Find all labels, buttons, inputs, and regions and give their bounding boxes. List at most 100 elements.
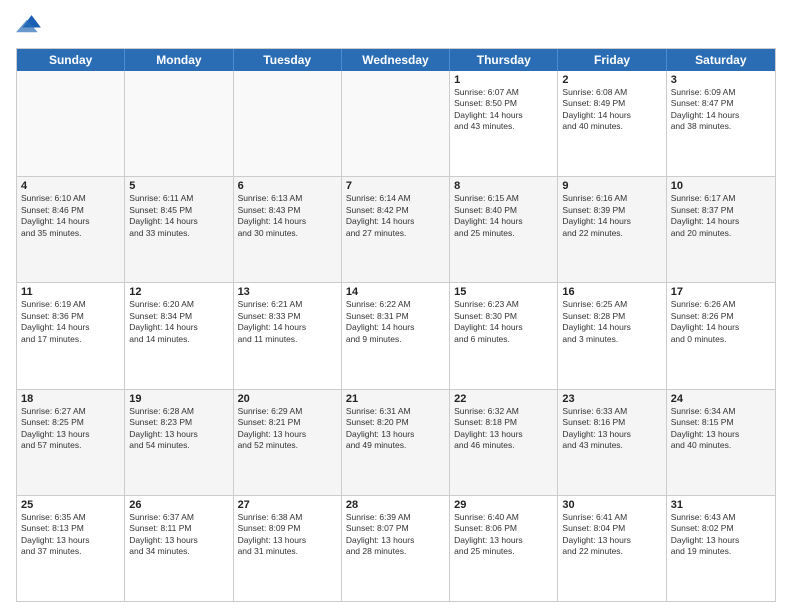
header-cell-friday: Friday (558, 49, 666, 71)
cal-cell-18: 18Sunrise: 6:27 AM Sunset: 8:25 PM Dayli… (17, 390, 125, 495)
calendar: SundayMondayTuesdayWednesdayThursdayFrid… (16, 48, 776, 602)
cal-cell-7: 7Sunrise: 6:14 AM Sunset: 8:42 PM Daylig… (342, 177, 450, 282)
cell-info: Sunrise: 6:26 AM Sunset: 8:26 PM Dayligh… (671, 299, 771, 345)
cell-info: Sunrise: 6:38 AM Sunset: 8:09 PM Dayligh… (238, 512, 337, 558)
cal-cell-10: 10Sunrise: 6:17 AM Sunset: 8:37 PM Dayli… (667, 177, 775, 282)
week-row-2: 11Sunrise: 6:19 AM Sunset: 8:36 PM Dayli… (17, 283, 775, 389)
cal-cell-21: 21Sunrise: 6:31 AM Sunset: 8:20 PM Dayli… (342, 390, 450, 495)
day-number: 14 (346, 286, 445, 298)
cal-cell-20: 20Sunrise: 6:29 AM Sunset: 8:21 PM Dayli… (234, 390, 342, 495)
cal-cell-9: 9Sunrise: 6:16 AM Sunset: 8:39 PM Daylig… (558, 177, 666, 282)
day-number: 30 (562, 499, 661, 511)
cal-cell-13: 13Sunrise: 6:21 AM Sunset: 8:33 PM Dayli… (234, 283, 342, 388)
cal-cell-31: 31Sunrise: 6:43 AM Sunset: 8:02 PM Dayli… (667, 496, 775, 601)
cal-cell-28: 28Sunrise: 6:39 AM Sunset: 8:07 PM Dayli… (342, 496, 450, 601)
day-number: 20 (238, 393, 337, 405)
cal-cell-empty-1 (125, 71, 233, 176)
cell-info: Sunrise: 6:25 AM Sunset: 8:28 PM Dayligh… (562, 299, 661, 345)
cal-cell-empty-0 (17, 71, 125, 176)
header-cell-monday: Monday (125, 49, 233, 71)
logo (16, 12, 46, 40)
day-number: 11 (21, 286, 120, 298)
header (16, 12, 776, 40)
calendar-body: 1Sunrise: 6:07 AM Sunset: 8:50 PM Daylig… (17, 71, 775, 601)
day-number: 12 (129, 286, 228, 298)
cal-cell-5: 5Sunrise: 6:11 AM Sunset: 8:45 PM Daylig… (125, 177, 233, 282)
header-cell-thursday: Thursday (450, 49, 558, 71)
cell-info: Sunrise: 6:17 AM Sunset: 8:37 PM Dayligh… (671, 193, 771, 239)
cell-info: Sunrise: 6:08 AM Sunset: 8:49 PM Dayligh… (562, 87, 661, 133)
cell-info: Sunrise: 6:10 AM Sunset: 8:46 PM Dayligh… (21, 193, 120, 239)
calendar-header-row: SundayMondayTuesdayWednesdayThursdayFrid… (17, 49, 775, 71)
cell-info: Sunrise: 6:41 AM Sunset: 8:04 PM Dayligh… (562, 512, 661, 558)
cell-info: Sunrise: 6:37 AM Sunset: 8:11 PM Dayligh… (129, 512, 228, 558)
day-number: 16 (562, 286, 661, 298)
week-row-3: 18Sunrise: 6:27 AM Sunset: 8:25 PM Dayli… (17, 390, 775, 496)
day-number: 7 (346, 180, 445, 192)
cal-cell-26: 26Sunrise: 6:37 AM Sunset: 8:11 PM Dayli… (125, 496, 233, 601)
day-number: 26 (129, 499, 228, 511)
day-number: 6 (238, 180, 337, 192)
cell-info: Sunrise: 6:28 AM Sunset: 8:23 PM Dayligh… (129, 406, 228, 452)
day-number: 4 (21, 180, 120, 192)
cal-cell-27: 27Sunrise: 6:38 AM Sunset: 8:09 PM Dayli… (234, 496, 342, 601)
logo-icon (16, 12, 44, 40)
cal-cell-8: 8Sunrise: 6:15 AM Sunset: 8:40 PM Daylig… (450, 177, 558, 282)
day-number: 1 (454, 74, 553, 86)
day-number: 15 (454, 286, 553, 298)
cal-cell-19: 19Sunrise: 6:28 AM Sunset: 8:23 PM Dayli… (125, 390, 233, 495)
cell-info: Sunrise: 6:20 AM Sunset: 8:34 PM Dayligh… (129, 299, 228, 345)
cell-info: Sunrise: 6:13 AM Sunset: 8:43 PM Dayligh… (238, 193, 337, 239)
day-number: 2 (562, 74, 661, 86)
day-number: 23 (562, 393, 661, 405)
cal-cell-29: 29Sunrise: 6:40 AM Sunset: 8:06 PM Dayli… (450, 496, 558, 601)
cell-info: Sunrise: 6:33 AM Sunset: 8:16 PM Dayligh… (562, 406, 661, 452)
day-number: 25 (21, 499, 120, 511)
header-cell-tuesday: Tuesday (234, 49, 342, 71)
page: SundayMondayTuesdayWednesdayThursdayFrid… (0, 0, 792, 612)
cal-cell-16: 16Sunrise: 6:25 AM Sunset: 8:28 PM Dayli… (558, 283, 666, 388)
cal-cell-24: 24Sunrise: 6:34 AM Sunset: 8:15 PM Dayli… (667, 390, 775, 495)
cell-info: Sunrise: 6:19 AM Sunset: 8:36 PM Dayligh… (21, 299, 120, 345)
cell-info: Sunrise: 6:15 AM Sunset: 8:40 PM Dayligh… (454, 193, 553, 239)
cal-cell-3: 3Sunrise: 6:09 AM Sunset: 8:47 PM Daylig… (667, 71, 775, 176)
day-number: 31 (671, 499, 771, 511)
day-number: 27 (238, 499, 337, 511)
cell-info: Sunrise: 6:40 AM Sunset: 8:06 PM Dayligh… (454, 512, 553, 558)
header-cell-wednesday: Wednesday (342, 49, 450, 71)
cell-info: Sunrise: 6:32 AM Sunset: 8:18 PM Dayligh… (454, 406, 553, 452)
cal-cell-11: 11Sunrise: 6:19 AM Sunset: 8:36 PM Dayli… (17, 283, 125, 388)
day-number: 5 (129, 180, 228, 192)
cal-cell-6: 6Sunrise: 6:13 AM Sunset: 8:43 PM Daylig… (234, 177, 342, 282)
day-number: 21 (346, 393, 445, 405)
day-number: 24 (671, 393, 771, 405)
cal-cell-23: 23Sunrise: 6:33 AM Sunset: 8:16 PM Dayli… (558, 390, 666, 495)
cell-info: Sunrise: 6:22 AM Sunset: 8:31 PM Dayligh… (346, 299, 445, 345)
cal-cell-12: 12Sunrise: 6:20 AM Sunset: 8:34 PM Dayli… (125, 283, 233, 388)
cal-cell-empty-2 (234, 71, 342, 176)
day-number: 18 (21, 393, 120, 405)
day-number: 17 (671, 286, 771, 298)
cal-cell-empty-3 (342, 71, 450, 176)
cell-info: Sunrise: 6:14 AM Sunset: 8:42 PM Dayligh… (346, 193, 445, 239)
header-cell-sunday: Sunday (17, 49, 125, 71)
day-number: 22 (454, 393, 553, 405)
cal-cell-4: 4Sunrise: 6:10 AM Sunset: 8:46 PM Daylig… (17, 177, 125, 282)
cell-info: Sunrise: 6:21 AM Sunset: 8:33 PM Dayligh… (238, 299, 337, 345)
cell-info: Sunrise: 6:23 AM Sunset: 8:30 PM Dayligh… (454, 299, 553, 345)
day-number: 29 (454, 499, 553, 511)
cal-cell-17: 17Sunrise: 6:26 AM Sunset: 8:26 PM Dayli… (667, 283, 775, 388)
day-number: 3 (671, 74, 771, 86)
day-number: 19 (129, 393, 228, 405)
cal-cell-25: 25Sunrise: 6:35 AM Sunset: 8:13 PM Dayli… (17, 496, 125, 601)
cal-cell-1: 1Sunrise: 6:07 AM Sunset: 8:50 PM Daylig… (450, 71, 558, 176)
day-number: 13 (238, 286, 337, 298)
day-number: 8 (454, 180, 553, 192)
cal-cell-15: 15Sunrise: 6:23 AM Sunset: 8:30 PM Dayli… (450, 283, 558, 388)
cal-cell-22: 22Sunrise: 6:32 AM Sunset: 8:18 PM Dayli… (450, 390, 558, 495)
week-row-1: 4Sunrise: 6:10 AM Sunset: 8:46 PM Daylig… (17, 177, 775, 283)
day-number: 9 (562, 180, 661, 192)
day-number: 28 (346, 499, 445, 511)
day-number: 10 (671, 180, 771, 192)
cell-info: Sunrise: 6:11 AM Sunset: 8:45 PM Dayligh… (129, 193, 228, 239)
